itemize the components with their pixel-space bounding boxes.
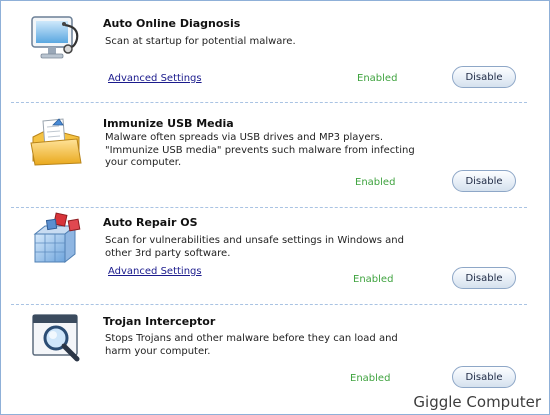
feature-immunize-usb-media: Immunize USB Media Malware often spreads… <box>1 103 529 207</box>
advanced-settings-link[interactable]: Advanced Settings <box>108 266 202 277</box>
description-line: Malware often spreads via USB drives and… <box>105 132 384 143</box>
description-line: harm your computer. <box>105 345 211 357</box>
feature-description: Scan for vulnerabilities and unsafe sett… <box>105 235 404 260</box>
feature-description: Stops Trojans and other malware before t… <box>105 333 398 358</box>
status-label: Enabled <box>353 274 394 285</box>
description-line: your computer. <box>105 157 182 168</box>
feature-auto-online-diagnosis: Auto Online Diagnosis Scan at startup fo… <box>1 1 529 103</box>
feature-trojan-interceptor: Trojan Interceptor Stops Trojans and oth… <box>1 305 529 399</box>
disable-button[interactable]: Disable <box>452 66 516 88</box>
description-line: other 3rd party software. <box>105 247 231 259</box>
advanced-settings-link[interactable]: Advanced Settings <box>108 73 202 84</box>
feature-title: Auto Repair OS <box>103 216 198 229</box>
window-magnifier-icon <box>32 314 80 362</box>
status-label: Enabled <box>355 177 396 188</box>
feature-title: Trojan Interceptor <box>103 315 216 328</box>
feature-description: Scan at startup for potential malware. <box>105 36 395 49</box>
status-label: Enabled <box>357 73 398 84</box>
description-line: Scan at startup for potential malware. <box>105 36 296 47</box>
cubes-icon <box>33 212 81 264</box>
feature-description: Malware often spreads via USB drives and… <box>105 132 415 170</box>
description-line: Stops Trojans and other malware before t… <box>105 333 398 344</box>
disable-button[interactable]: Disable <box>452 170 516 192</box>
description-line: "Immunize USB media" prevents such malwa… <box>105 144 415 156</box>
feature-title: Immunize USB Media <box>103 117 234 130</box>
disable-button[interactable]: Disable <box>452 267 516 289</box>
description-line: Scan for vulnerabilities and unsafe sett… <box>105 235 404 246</box>
folder-shield-icon <box>30 118 82 166</box>
status-label: Enabled <box>350 373 391 384</box>
feature-title: Auto Online Diagnosis <box>103 17 241 30</box>
watermark-text: Giggle Computer <box>413 393 541 411</box>
feature-list-panel: Auto Online Diagnosis Scan at startup fo… <box>0 0 550 415</box>
feature-auto-repair-os: Auto Repair OS Scan for vulnerabilities … <box>1 208 529 305</box>
disable-button[interactable]: Disable <box>452 366 516 388</box>
monitor-stethoscope-icon <box>31 16 79 59</box>
